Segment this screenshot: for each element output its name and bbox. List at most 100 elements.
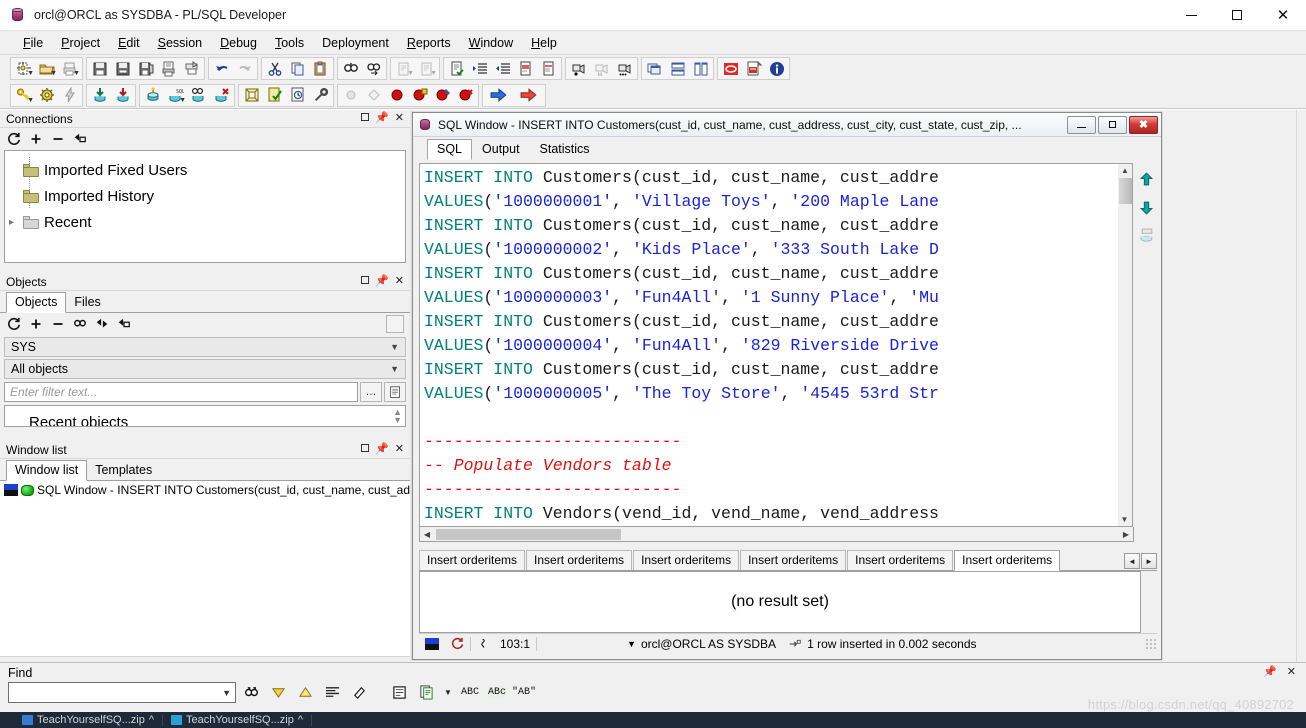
restore-icon[interactable]: [361, 276, 370, 287]
redo-icon[interactable]: [233, 58, 256, 79]
save-as-icon[interactable]: [134, 58, 157, 79]
tab-output[interactable]: Output: [472, 139, 530, 159]
step-out-icon[interactable]: [362, 85, 385, 106]
resize-grip-icon[interactable]: [1145, 637, 1157, 650]
save-all-icon[interactable]: [111, 58, 134, 79]
paste-icon[interactable]: [309, 58, 332, 79]
match-whole-word-icon[interactable]: ABc: [485, 682, 509, 703]
list-item[interactable]: SQL Window - INSERT INTO Customers(cust_…: [0, 481, 410, 499]
horizontal-scroll-thumb[interactable]: [436, 528, 621, 540]
step-over-icon[interactable]: [339, 85, 362, 106]
sql-code-editor[interactable]: INSERT INTO Customers(cust_id, cust_name…: [419, 163, 1119, 527]
remove-breakpoint-icon[interactable]: [454, 85, 477, 106]
status-refresh-cell[interactable]: [445, 635, 470, 653]
oracle-icon[interactable]: [719, 58, 742, 79]
lightning-icon[interactable]: [58, 85, 81, 106]
move-down-icon[interactable]: [1136, 197, 1156, 217]
restore-icon[interactable]: [361, 113, 370, 124]
find-next-down-icon[interactable]: [266, 682, 290, 703]
check-document-icon[interactable]: [445, 58, 468, 79]
close-icon[interactable]: ✕: [395, 276, 404, 287]
result-tab-2[interactable]: Insert orderitems: [526, 550, 633, 570]
editor-horizontal-scrollbar[interactable]: ◀ ▶: [419, 527, 1134, 542]
find-search-input[interactable]: ▼: [8, 682, 236, 703]
export-table-icon[interactable]: [111, 85, 134, 106]
tab-templates[interactable]: Templates: [86, 460, 161, 480]
scroll-up-arrow-icon[interactable]: ▲: [1118, 164, 1132, 177]
menu-file[interactable]: File: [14, 34, 52, 52]
find-icon[interactable]: [339, 58, 362, 79]
menu-project[interactable]: Project: [52, 34, 109, 52]
explain-plan-key-icon[interactable]: ▼: [12, 85, 35, 106]
tab-window-list[interactable]: Window list: [6, 460, 88, 481]
cut-icon[interactable]: [263, 58, 286, 79]
breakpoint-icon[interactable]: [385, 85, 408, 106]
restore-icon[interactable]: [361, 444, 370, 455]
back-icon[interactable]: ▼: [392, 58, 415, 79]
tree-item-recent[interactable]: ▸ Recent: [5, 209, 405, 235]
test-window-icon[interactable]: [240, 85, 263, 106]
result-tab-1[interactable]: Insert orderitems: [419, 550, 526, 570]
pin-icon[interactable]: 📌: [375, 276, 389, 287]
save-icon[interactable]: [88, 58, 111, 79]
tree-item-imported-history[interactable]: Imported History: [5, 183, 405, 209]
result-tab-5[interactable]: Insert orderitems: [847, 550, 954, 570]
find-previous-up-icon[interactable]: [293, 682, 317, 703]
add-icon[interactable]: [26, 130, 46, 148]
menu-help[interactable]: Help: [522, 34, 566, 52]
print-page-icon[interactable]: [157, 58, 180, 79]
sql-session-icon[interactable]: SQL ▼: [164, 85, 187, 106]
sql-window-minimize-button[interactable]: [1067, 115, 1096, 134]
comment-icon[interactable]: [514, 58, 537, 79]
toggle-breakpoint-icon[interactable]: [431, 85, 454, 106]
close-icon[interactable]: ✕: [395, 444, 404, 455]
remove-icon[interactable]: [48, 315, 68, 333]
taskbar-item-1[interactable]: TeachYourselfSQ...zip ^: [14, 714, 162, 726]
import-table-icon[interactable]: [88, 85, 111, 106]
add-breakpoint-icon[interactable]: [408, 85, 431, 106]
menu-window[interactable]: Window: [460, 34, 522, 52]
close-button[interactable]: ✕: [1260, 0, 1306, 31]
vertical-scroll-thumb[interactable]: [1119, 178, 1132, 204]
edit-connection-icon[interactable]: [70, 130, 90, 148]
objects-list[interactable]: Recent objects ▲ ▼: [4, 405, 406, 427]
pin-icon[interactable]: 📌: [1263, 667, 1277, 678]
taskbar-item-1-caret[interactable]: ^: [149, 714, 154, 726]
forward-icon[interactable]: ▼: [415, 58, 438, 79]
sql-window-close-button[interactable]: ✖: [1129, 115, 1158, 134]
print-setup-icon[interactable]: [180, 58, 203, 79]
pin-icon[interactable]: 📌: [375, 444, 389, 455]
about-info-icon[interactable]: [765, 58, 788, 79]
editor-vertical-scrollbar[interactable]: ▲ ▼: [1118, 163, 1133, 527]
result-tab-prev-button[interactable]: ◄: [1124, 553, 1140, 569]
commit-icon[interactable]: [141, 85, 164, 106]
find-next-icon[interactable]: [362, 58, 385, 79]
status-connection-dropdown[interactable]: ▼ orcl@ORCL AS SYSDBA: [621, 635, 782, 653]
tile-vertical-icon[interactable]: [689, 58, 712, 79]
remove-icon[interactable]: [48, 130, 68, 148]
owner-select[interactable]: SYS ▼: [4, 337, 406, 357]
horizontal-scroll-track[interactable]: [434, 528, 1119, 541]
close-icon[interactable]: ✕: [1287, 667, 1296, 678]
indent-icon[interactable]: [468, 58, 491, 79]
menu-edit[interactable]: Edit: [109, 34, 149, 52]
copy-to-grid-icon[interactable]: [1136, 225, 1156, 245]
move-up-icon[interactable]: [1136, 169, 1156, 189]
execute-blue-arrow-icon[interactable]: [484, 85, 514, 106]
objects-filter-input[interactable]: Enter filter text...: [4, 382, 358, 402]
refresh-icon[interactable]: [4, 315, 24, 333]
find-all-list-icon[interactable]: [320, 682, 344, 703]
settings-gear-icon[interactable]: [35, 85, 58, 106]
regex-quote-icon[interactable]: "AB": [512, 682, 536, 703]
resize-grip-icon[interactable]: ▲ ▼: [393, 408, 402, 425]
scroll-down-arrow-icon[interactable]: ▼: [1118, 513, 1131, 526]
clear-results-icon[interactable]: [347, 682, 371, 703]
object-type-select[interactable]: All objects ▼: [4, 359, 406, 379]
taskbar-item-2[interactable]: TeachYourselfSQ...zip ^: [163, 714, 311, 726]
cascade-windows-icon[interactable]: [643, 58, 666, 79]
print-icon[interactable]: ▼: [58, 58, 81, 79]
menu-debug[interactable]: Debug: [211, 34, 266, 52]
scroll-left-arrow-icon[interactable]: ◀: [420, 530, 434, 539]
tab-objects[interactable]: Objects: [6, 292, 67, 313]
find-binoculars-icon[interactable]: [239, 682, 263, 703]
